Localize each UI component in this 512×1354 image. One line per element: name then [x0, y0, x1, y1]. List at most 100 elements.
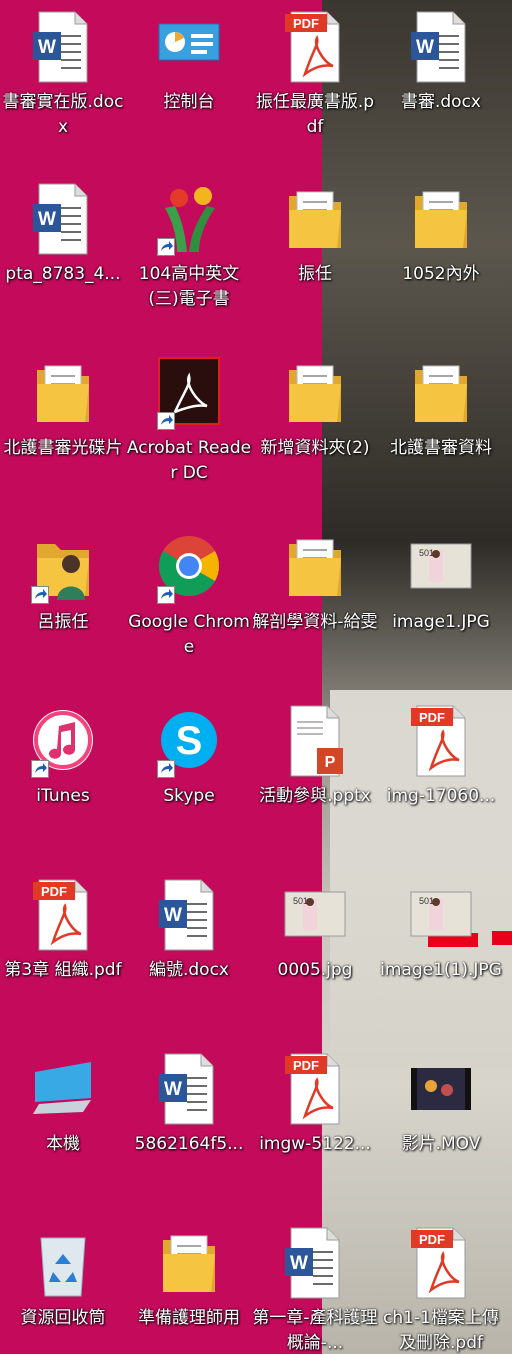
- desktop-icon-label: 北護書審資料: [390, 438, 492, 458]
- desktop-icon[interactable]: 501 image1(1).JPG: [378, 868, 504, 1040]
- video-icon: [409, 1052, 473, 1126]
- desktop-icon[interactable]: 北護書審資料: [378, 346, 504, 518]
- pdf-icon: PDF: [31, 878, 95, 952]
- desktop-icon-label: 準備護理師用: [138, 1308, 240, 1328]
- desktop-icon-label: 第3章 組織.pdf: [4, 960, 122, 980]
- desktop-icon-label: image1(1).JPG: [380, 960, 502, 980]
- folder-icon: [157, 1226, 221, 1300]
- control-panel-icon: [157, 10, 221, 84]
- svg-text:W: W: [416, 37, 434, 58]
- image-icon: 501: [283, 878, 347, 952]
- shortcut-arrow-icon: [157, 412, 175, 430]
- desktop-icon[interactable]: 呂振任: [0, 520, 126, 692]
- desktop-icon-label: 編號.docx: [148, 960, 229, 980]
- desktop-icon[interactable]: 解剖學資料-給雯: [252, 520, 378, 692]
- svg-text:W: W: [164, 1079, 182, 1100]
- shortcut-arrow-icon: [157, 238, 175, 256]
- acrobat-icon: [157, 356, 221, 430]
- folder-icon: [31, 356, 95, 430]
- desktop-icon[interactable]: 影片.MOV: [378, 1042, 504, 1214]
- desktop-icon[interactable]: W 5862164f5...: [126, 1042, 252, 1214]
- desktop-icon-label: iTunes: [36, 786, 90, 806]
- desktop-icon-label: 控制台: [163, 92, 215, 112]
- shortcut-arrow-icon: [157, 760, 175, 778]
- svg-text:PDF: PDF: [293, 1058, 319, 1073]
- desktop-icon-label: Skype: [163, 786, 215, 806]
- svg-text:S: S: [176, 719, 203, 763]
- desktop-icon-label: 書審實在版.docx: [2, 92, 124, 137]
- desktop-icon[interactable]: 振任: [252, 172, 378, 344]
- recycle-bin-icon: [31, 1226, 95, 1300]
- desktop-icon-label: 影片.MOV: [401, 1134, 481, 1154]
- desktop-icon-label: img-17060...: [386, 786, 496, 806]
- svg-text:501: 501: [293, 896, 308, 906]
- desktop-icon[interactable]: PDF img-17060...: [378, 694, 504, 866]
- desktop-icon[interactable]: 本機: [0, 1042, 126, 1214]
- desktop-icon[interactable]: 北護書審光碟片: [0, 346, 126, 518]
- word-doc-icon: W: [157, 1052, 221, 1126]
- svg-text:PDF: PDF: [419, 710, 445, 725]
- svg-text:W: W: [164, 905, 182, 926]
- pptx-icon: P: [283, 704, 347, 778]
- folder-icon: [283, 530, 347, 604]
- word-doc-icon: W: [157, 878, 221, 952]
- svg-text:W: W: [38, 37, 56, 58]
- desktop-icon[interactable]: Acrobat Reader DC: [126, 346, 252, 518]
- desktop-icon-label: Acrobat Reader DC: [126, 438, 252, 483]
- shortcut-arrow-icon: [31, 586, 49, 604]
- desktop-icon[interactable]: 501 image1.JPG: [378, 520, 504, 692]
- desktop-icon[interactable]: PDF 振任最廣書版.pdf: [252, 0, 378, 172]
- computer-icon: [31, 1052, 95, 1126]
- desktop-icon-label: ch1-1檔案上傳及刪除.pdf: [383, 1308, 499, 1353]
- user-folder-icon: [31, 530, 95, 604]
- svg-text:W: W: [290, 1253, 308, 1274]
- desktop-icon[interactable]: 控制台: [126, 0, 252, 172]
- desktop-icon-label: pta_8783_4...: [5, 264, 121, 284]
- chrome-icon: [157, 530, 221, 604]
- desktop[interactable]: W 書審實在版.docx 控制台 PDF 振任最廣書版.pdf W 書審.docx Wpta_…: [0, 0, 512, 1354]
- desktop-icon[interactable]: 1052內外: [378, 172, 504, 344]
- desktop-icon[interactable]: 資源回收筒: [0, 1216, 126, 1354]
- desktop-icon[interactable]: 501 0005.jpg: [252, 868, 378, 1040]
- desktop-icon-label: 振任最廣書版.pdf: [255, 92, 375, 137]
- desktop-icon[interactable]: PDF ch1-1檔案上傳及刪除.pdf: [378, 1216, 504, 1354]
- desktop-icon[interactable]: PDF imgw-5122...: [252, 1042, 378, 1214]
- desktop-icon-label: 解剖學資料-給雯: [252, 612, 378, 632]
- desktop-icon-label: 振任: [298, 264, 332, 284]
- word-doc-icon: W: [31, 182, 95, 256]
- desktop-icon[interactable]: 104高中英文(三)電子書: [126, 172, 252, 344]
- svg-text:W: W: [38, 209, 56, 230]
- desktop-icon[interactable]: Google Chrome: [126, 520, 252, 692]
- word-doc-icon: W: [283, 1226, 347, 1300]
- desktop-icon[interactable]: Wpta_8783_4...: [0, 172, 126, 344]
- folder-icon: [409, 182, 473, 256]
- desktop-icon[interactable]: PDF 第3章 組織.pdf: [0, 868, 126, 1040]
- desktop-icon[interactable]: 準備護理師用: [126, 1216, 252, 1354]
- pdf-icon: PDF: [283, 1052, 347, 1126]
- pdf-icon: PDF: [409, 704, 473, 778]
- desktop-icon[interactable]: P 活動參與.pptx: [252, 694, 378, 866]
- desktop-icon[interactable]: 新增資料夾(2): [252, 346, 378, 518]
- desktop-icon[interactable]: W 第一章-產科護理概論-...: [252, 1216, 378, 1354]
- word-doc-icon: W: [31, 10, 95, 84]
- desktop-icon-label: 第一章-產科護理概論-...: [252, 1308, 378, 1353]
- desktop-icon-label: 1052內外: [402, 264, 480, 284]
- folder-icon: [409, 356, 473, 430]
- desktop-icon[interactable]: W 書審.docx: [378, 0, 504, 172]
- desktop-icon-label: image1.JPG: [392, 612, 490, 632]
- desktop-icon[interactable]: iTunes: [0, 694, 126, 866]
- desktop-icon-label: 本機: [46, 1134, 80, 1154]
- svg-text:P: P: [325, 754, 336, 771]
- desktop-icon[interactable]: W 編號.docx: [126, 868, 252, 1040]
- svg-text:PDF: PDF: [419, 1232, 445, 1247]
- desktop-icon-label: 5862164f5...: [134, 1134, 244, 1154]
- desktop-icon-label: imgw-5122...: [259, 1134, 371, 1154]
- desktop-icon[interactable]: S Skype: [126, 694, 252, 866]
- shortcut-arrow-icon: [31, 760, 49, 778]
- svg-text:PDF: PDF: [41, 884, 67, 899]
- image-icon: 501: [409, 530, 473, 604]
- desktop-icon[interactable]: W 書審實在版.docx: [0, 0, 126, 172]
- itunes-icon: [31, 704, 95, 778]
- desktop-icon-label: Google Chrome: [128, 612, 250, 657]
- desktop-icon-label: 0005.jpg: [277, 960, 353, 980]
